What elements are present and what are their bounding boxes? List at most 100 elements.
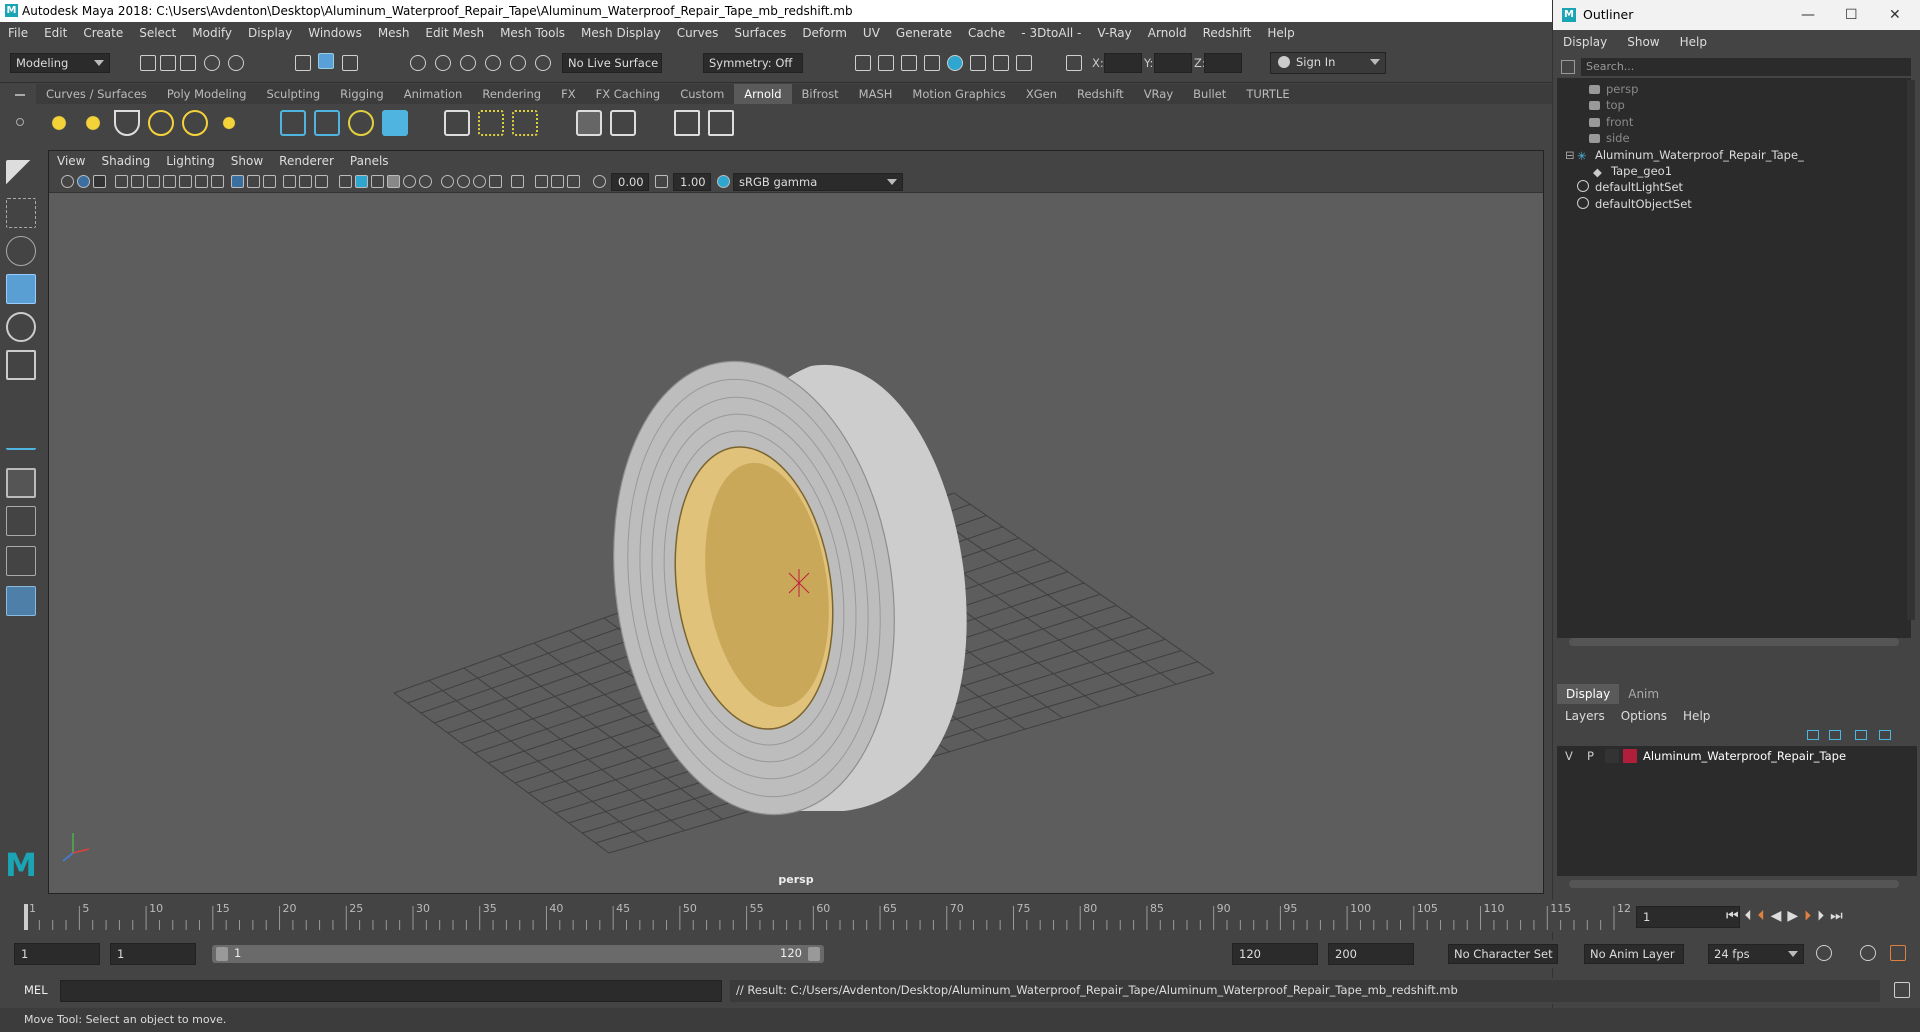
layer-horizontal-scrollbar[interactable] (1569, 880, 1899, 888)
close-icon[interactable]: ✕ (1889, 0, 1901, 30)
anim-layer-dropdown[interactable]: No Anim Layer (1584, 944, 1684, 964)
skydome-light-icon[interactable] (46, 110, 72, 136)
step-forward-icon[interactable]: ⏵ (1817, 908, 1830, 924)
step-forward-key-icon[interactable]: ⏵ (1804, 908, 1817, 924)
play-forward-icon[interactable]: ▶ (1787, 908, 1804, 924)
curve-collector-icon[interactable] (348, 110, 374, 136)
smooth-shade-all-icon[interactable] (355, 175, 368, 188)
pause-render-icon[interactable] (1016, 55, 1032, 71)
shelf-tab-custom[interactable]: Custom (670, 84, 734, 104)
layer-display-type[interactable] (1605, 749, 1619, 763)
physical-sky-icon[interactable] (216, 110, 242, 136)
menu-create[interactable]: Create (75, 26, 131, 40)
script-language-label[interactable]: MEL (24, 983, 48, 997)
snap-point-icon[interactable] (460, 55, 476, 71)
outliner-menu-display[interactable]: Display (1553, 35, 1617, 49)
snap-grid-icon[interactable] (410, 55, 426, 71)
outliner-item[interactable]: side (1589, 129, 1630, 147)
shelf-tab-turtle[interactable]: TURTLE (1236, 84, 1299, 104)
select-component-icon[interactable] (342, 55, 358, 71)
anim-preferences-icon[interactable] (1890, 945, 1906, 961)
menu-curves[interactable]: Curves (669, 26, 727, 40)
outliner-item[interactable]: top (1589, 96, 1625, 114)
minimize-icon[interactable]: — (1801, 0, 1815, 30)
flush-cache-icon[interactable] (610, 110, 636, 136)
anti-aliasing-icon[interactable] (473, 175, 486, 188)
script-editor-icon[interactable] (1894, 982, 1910, 998)
shelf-tab-motion-graphics[interactable]: Motion Graphics (902, 84, 1015, 104)
textured-icon[interactable] (387, 175, 400, 188)
input-mode-icon[interactable] (1066, 55, 1082, 71)
menu-mesh-tools[interactable]: Mesh Tools (492, 26, 573, 40)
snap-surface-icon[interactable] (510, 55, 526, 71)
grease-pencil-icon[interactable] (315, 175, 328, 188)
outliner-layout-icon[interactable] (6, 586, 36, 616)
menu-mesh-display[interactable]: Mesh Display (573, 26, 669, 40)
rotate-tool-icon[interactable] (6, 312, 36, 342)
menu-edit[interactable]: Edit (36, 26, 75, 40)
menu-edit-mesh[interactable]: Edit Mesh (417, 26, 492, 40)
start-time-field[interactable]: 1 (14, 943, 100, 965)
resolution-gate-icon[interactable] (179, 175, 192, 188)
render-setup-icon[interactable] (970, 55, 986, 71)
depth-of-field-icon[interactable] (489, 175, 502, 188)
menu-uv[interactable]: UV (855, 26, 888, 40)
live-surface-field[interactable]: No Live Surface (562, 53, 662, 73)
mesh-light-icon[interactable] (148, 110, 174, 136)
select-camera-icon[interactable] (61, 175, 74, 188)
time-slider[interactable]: 1 5 10 15 20 25 30 35 40 45 50 55 60 65 70 75 80 85 90 95 10… (14, 900, 1638, 932)
use-all-lights-icon[interactable] (403, 175, 416, 188)
render-view-icon[interactable] (855, 55, 871, 71)
viewport-menu-panels[interactable]: Panels (342, 154, 397, 168)
viewport-menu-lighting[interactable]: Lighting (158, 154, 223, 168)
menu-mesh[interactable]: Mesh (370, 26, 418, 40)
create-volume-icon[interactable] (314, 110, 340, 136)
range-start-handle[interactable] (216, 947, 228, 961)
outliner-search-input[interactable]: Search... (1581, 58, 1911, 76)
menu-file[interactable]: File (0, 26, 36, 40)
outliner-item[interactable]: defaultLightSet (1577, 178, 1683, 196)
range-slider[interactable]: 1 120 (212, 945, 824, 963)
playback-start-field[interactable]: 1 (110, 943, 196, 965)
expand-toggle-icon[interactable]: ⊟ (1565, 146, 1575, 164)
menu-deform[interactable]: Deform (794, 26, 855, 40)
current-frame-field[interactable]: 1 (1636, 906, 1740, 928)
open-scene-icon[interactable] (160, 55, 176, 71)
move-layer-down-icon[interactable] (1829, 730, 1841, 740)
last-tool-icon[interactable] (6, 420, 36, 450)
render-settings-icon[interactable] (924, 55, 940, 71)
outliner-horizontal-scrollbar[interactable] (1569, 638, 1899, 646)
safe-title-icon[interactable] (283, 175, 296, 188)
menu-display[interactable]: Display (240, 26, 300, 40)
spot-light-icon[interactable] (114, 110, 140, 136)
outliner-item[interactable]: ◆ Tape_geo1 (1593, 162, 1672, 180)
loop-icon[interactable] (1816, 945, 1832, 961)
menu-redshift[interactable]: Redshift (1195, 26, 1260, 40)
x-field[interactable] (1104, 53, 1142, 73)
export-ass-icon[interactable] (576, 110, 602, 136)
range-end-handle[interactable] (808, 947, 820, 961)
standin-icon[interactable] (280, 110, 306, 136)
gate-mask-icon[interactable] (195, 175, 208, 188)
menu-arnold[interactable]: Arnold (1140, 26, 1195, 40)
go-to-start-icon[interactable]: ⏮ (1726, 908, 1745, 924)
viewport-menu-renderer[interactable]: Renderer (271, 154, 342, 168)
scale-tool-icon[interactable] (6, 350, 36, 380)
layer-menu-help[interactable]: Help (1675, 709, 1718, 723)
layer-color-swatch[interactable] (1623, 749, 1637, 763)
character-set-dropdown[interactable]: No Character Set (1448, 944, 1558, 964)
wireframe-on-shaded-icon[interactable] (339, 175, 352, 188)
default-material-icon[interactable] (371, 175, 384, 188)
exposure-field[interactable]: 0.00 (611, 173, 649, 191)
z-field[interactable] (1204, 53, 1242, 73)
shelf-tab-vray[interactable]: VRay (1134, 84, 1183, 104)
menu-help[interactable]: Help (1259, 26, 1302, 40)
menu-windows[interactable]: Windows (300, 26, 370, 40)
single-perspective-layout-icon[interactable] (6, 468, 36, 498)
save-scene-icon[interactable] (180, 55, 196, 71)
smooth-shade-icon[interactable] (247, 175, 260, 188)
light-editor-icon[interactable] (993, 55, 1009, 71)
viewport-menu-view[interactable]: View (49, 154, 93, 168)
symmetry-dropdown[interactable]: Symmetry: Off (703, 53, 803, 73)
fps-dropdown[interactable]: 24 fps (1708, 944, 1804, 964)
